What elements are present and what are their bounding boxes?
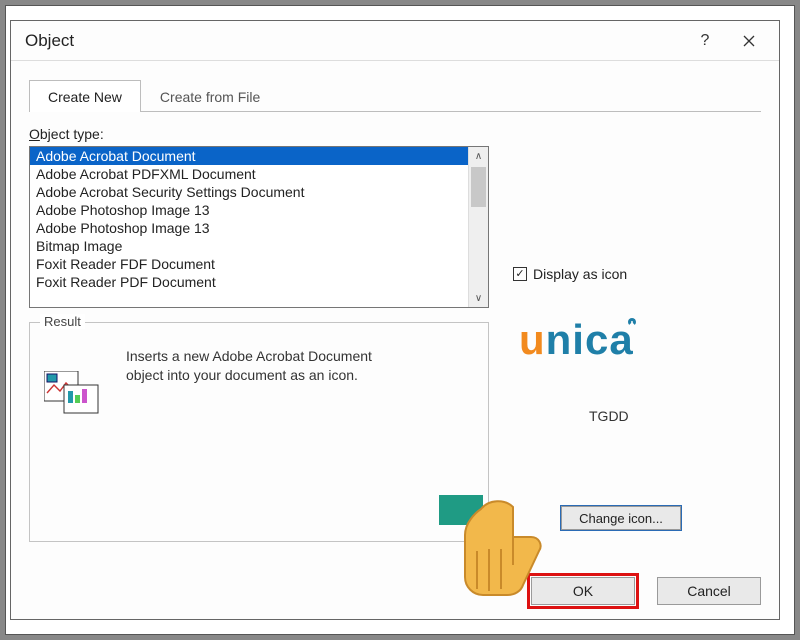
footer-buttons: OK Cancel: [531, 577, 761, 605]
list-item[interactable]: Adobe Photoshop Image 13: [30, 219, 468, 237]
grad-cap-icon: [628, 318, 636, 326]
close-button[interactable]: [727, 26, 771, 56]
dialog-title: Object: [25, 31, 74, 51]
list-item[interactable]: Adobe Photoshop Image 13: [30, 201, 468, 219]
right-column: ✓ Display as icon unica TGDD Change icon…: [489, 126, 761, 542]
scroll-thumb[interactable]: [471, 167, 486, 207]
scroll-down-icon[interactable]: ∨: [469, 289, 488, 307]
logo: unica: [519, 316, 642, 364]
checkbox-icon: ✓: [513, 267, 527, 281]
result-group: Result: [29, 322, 489, 542]
cancel-button[interactable]: Cancel: [657, 577, 761, 605]
main-row: Object type: Adobe Acrobat Document Adob…: [29, 126, 761, 542]
icon-caption: TGDD: [589, 408, 629, 424]
change-icon-button[interactable]: Change icon...: [561, 506, 681, 530]
list-item[interactable]: Adobe Acrobat Security Settings Document: [30, 183, 468, 201]
list-item[interactable]: Foxit Reader FDF Document: [30, 255, 468, 273]
object-type-label: Object type:: [29, 126, 104, 142]
dialog-body: Create New Create from File Object type:…: [11, 61, 779, 619]
titlebar: Object ?: [11, 21, 779, 61]
list-item[interactable]: Adobe Acrobat Document: [30, 147, 468, 165]
list-inner: Adobe Acrobat Document Adobe Acrobat PDF…: [30, 147, 468, 307]
result-text: Inserts a new Adobe Acrobat Document obj…: [126, 347, 396, 385]
left-column: Object type: Adobe Acrobat Document Adob…: [29, 126, 489, 542]
close-icon: [743, 35, 755, 47]
ok-button[interactable]: OK: [531, 577, 635, 605]
list-item[interactable]: Bitmap Image: [30, 237, 468, 255]
scroll-up-icon[interactable]: ∧: [469, 147, 488, 165]
display-as-icon-label: Display as icon: [533, 266, 627, 282]
tab-create-from-file[interactable]: Create from File: [141, 80, 279, 112]
object-dialog: Object ? Create New Create from File Obj…: [10, 20, 780, 620]
result-icon: [44, 347, 104, 418]
list-item[interactable]: Adobe Acrobat PDFXML Document: [30, 165, 468, 183]
result-legend: Result: [40, 314, 85, 329]
tab-strip: Create New Create from File: [29, 79, 761, 112]
tab-create-new[interactable]: Create New: [29, 80, 141, 112]
object-type-list[interactable]: Adobe Acrobat Document Adobe Acrobat PDF…: [29, 146, 489, 308]
embedded-object-icon: [44, 371, 100, 415]
scrollbar[interactable]: ∧ ∨: [468, 147, 488, 307]
list-item[interactable]: Foxit Reader PDF Document: [30, 273, 468, 291]
help-button[interactable]: ?: [683, 26, 727, 56]
display-as-icon-checkbox[interactable]: ✓ Display as icon: [513, 266, 761, 282]
outer-frame: Object ? Create New Create from File Obj…: [5, 5, 795, 635]
